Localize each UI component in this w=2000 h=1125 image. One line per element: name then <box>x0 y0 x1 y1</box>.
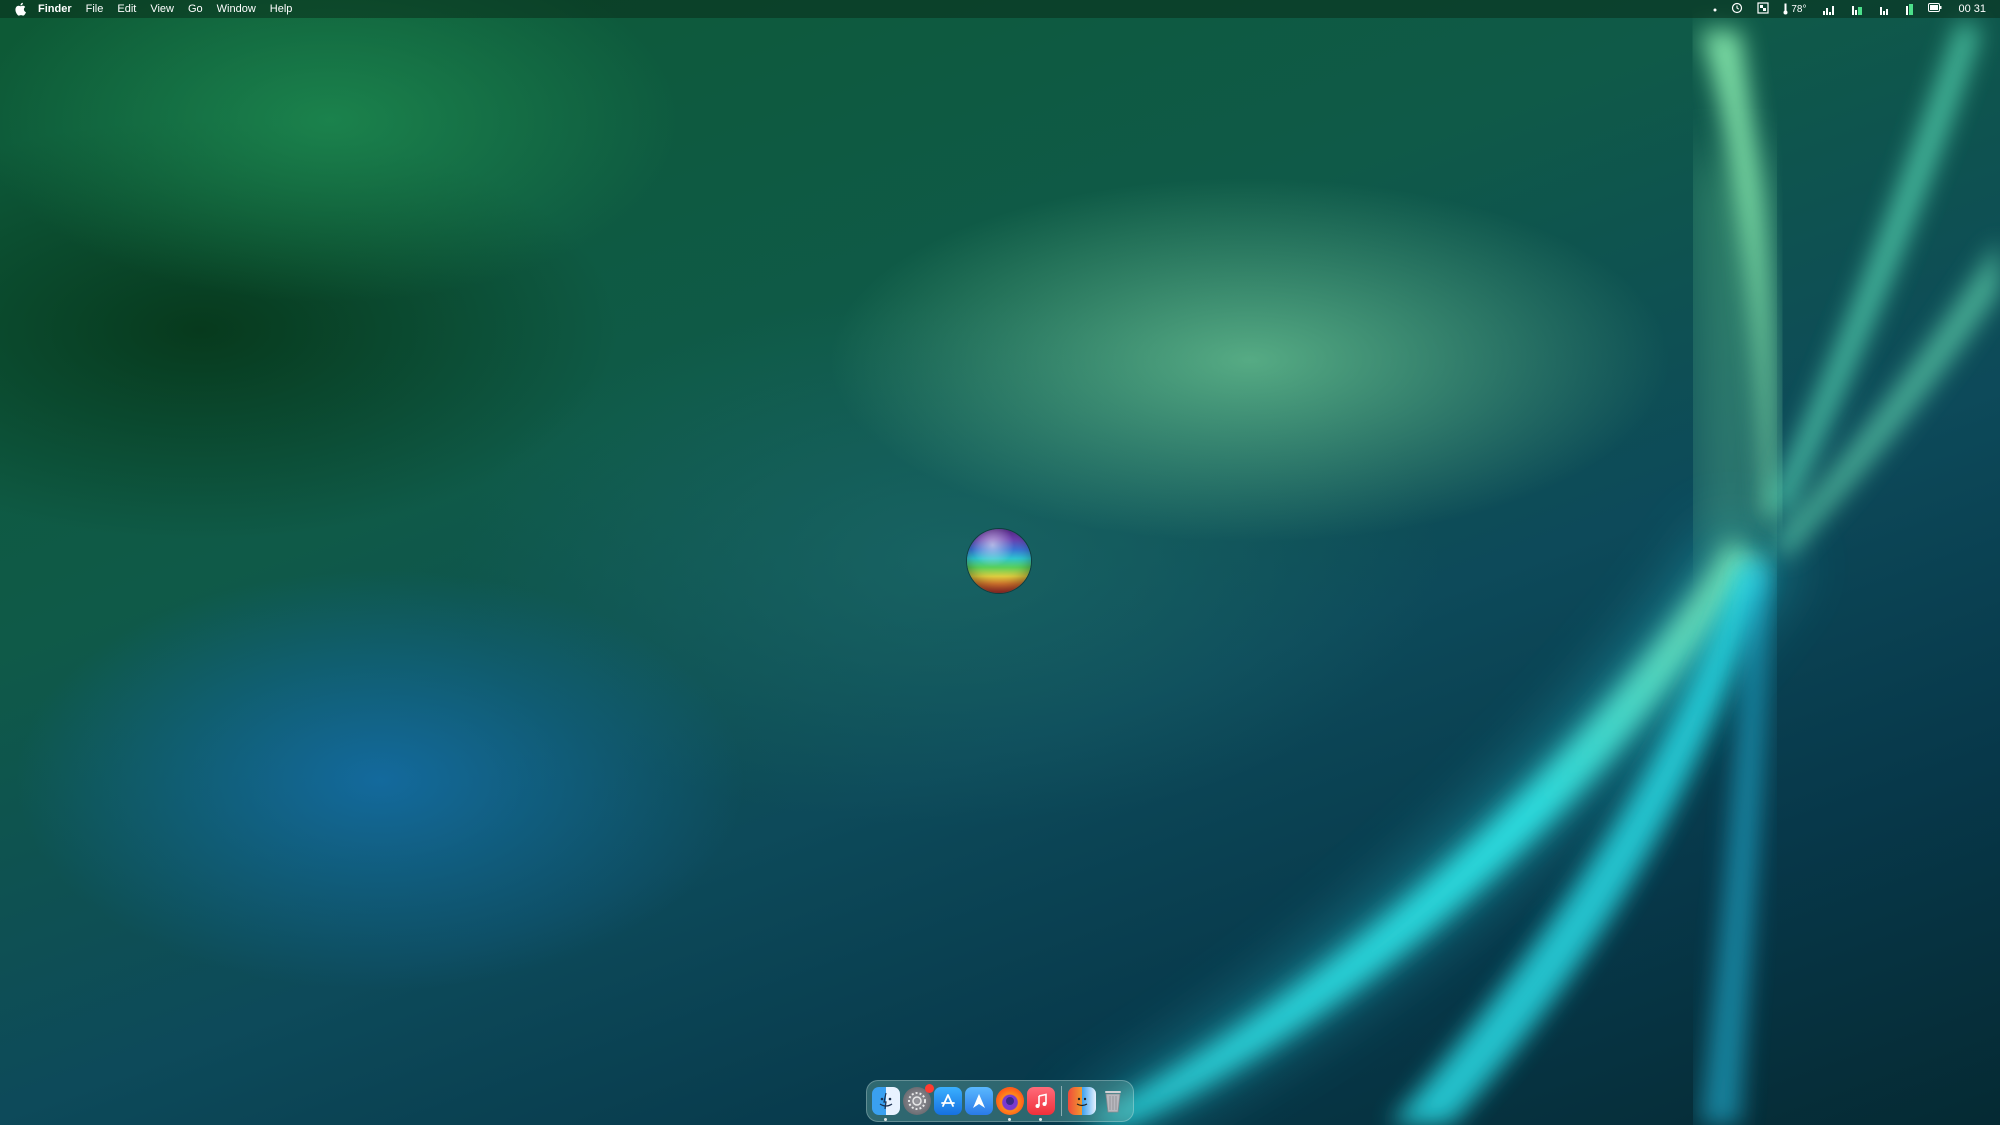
menu-edit[interactable]: Edit <box>117 3 136 15</box>
menu-file[interactable]: File <box>86 3 104 15</box>
dock <box>866 1080 1134 1122</box>
finder-icon <box>879 1092 893 1110</box>
notification-badge <box>925 1084 934 1093</box>
temperature-value: 78° <box>1791 3 1807 15</box>
migration-icon <box>1076 1097 1088 1107</box>
running-indicator <box>1008 1118 1011 1121</box>
dock-firefox[interactable] <box>996 1087 1024 1121</box>
network-bars-icon <box>1906 3 1914 15</box>
menu-help[interactable]: Help <box>270 3 293 15</box>
dock-system-preferences[interactable] <box>903 1084 934 1115</box>
thermometer-icon <box>1783 3 1788 15</box>
menu-bar-status: 78° 00 31 <box>1699 0 1986 18</box>
dock-migration-assistant[interactable] <box>1068 1087 1096 1115</box>
dock-instruments[interactable] <box>965 1087 993 1115</box>
control-strip-icon[interactable] <box>1757 1 1769 17</box>
menu-bar-clock[interactable]: 00 31 <box>1958 3 1986 15</box>
desktop[interactable]: Finder File Edit View Go Window Help 78° <box>0 0 2000 1125</box>
instruments-icon <box>973 1094 985 1108</box>
running-indicator <box>884 1118 887 1121</box>
dock-trash[interactable] <box>1099 1087 1127 1115</box>
menu-window[interactable]: Window <box>217 3 256 15</box>
dock-finder[interactable] <box>872 1087 900 1121</box>
firefox-icon <box>1006 1097 1014 1105</box>
dot-icon[interactable] <box>1713 3 1717 15</box>
apple-menu-icon[interactable] <box>14 2 26 16</box>
memory-monitor[interactable] <box>1849 4 1863 15</box>
menu-view[interactable]: View <box>150 3 174 15</box>
app-store-icon <box>941 1094 955 1107</box>
dock-separator <box>1061 1086 1062 1116</box>
disk-monitor[interactable] <box>1877 4 1889 15</box>
dock-music[interactable] <box>1027 1087 1055 1121</box>
gear-icon <box>908 1092 926 1110</box>
music-icon <box>1035 1093 1047 1108</box>
cpu-monitor[interactable] <box>1820 4 1835 15</box>
running-indicator <box>1039 1118 1042 1121</box>
cpu-bars-icon <box>1823 4 1835 15</box>
network-monitor[interactable] <box>1903 3 1914 15</box>
dock-app-store[interactable] <box>934 1087 962 1115</box>
menu-app-name[interactable]: Finder <box>38 3 72 15</box>
spinning-wait-cursor <box>967 529 1031 593</box>
memory-bars-icon <box>1852 4 1863 15</box>
menu-go[interactable]: Go <box>188 3 203 15</box>
menu-bar: Finder File Edit View Go Window Help 78° <box>0 0 2000 18</box>
disk-bars-icon <box>1880 4 1889 15</box>
battery-icon[interactable] <box>1928 3 1942 15</box>
trash-icon <box>1105 1091 1121 1113</box>
menu-bar-left: Finder File Edit View Go Window Help <box>0 0 306 18</box>
temperature-widget[interactable]: 78° <box>1783 3 1806 15</box>
time-machine-icon[interactable] <box>1731 2 1743 17</box>
